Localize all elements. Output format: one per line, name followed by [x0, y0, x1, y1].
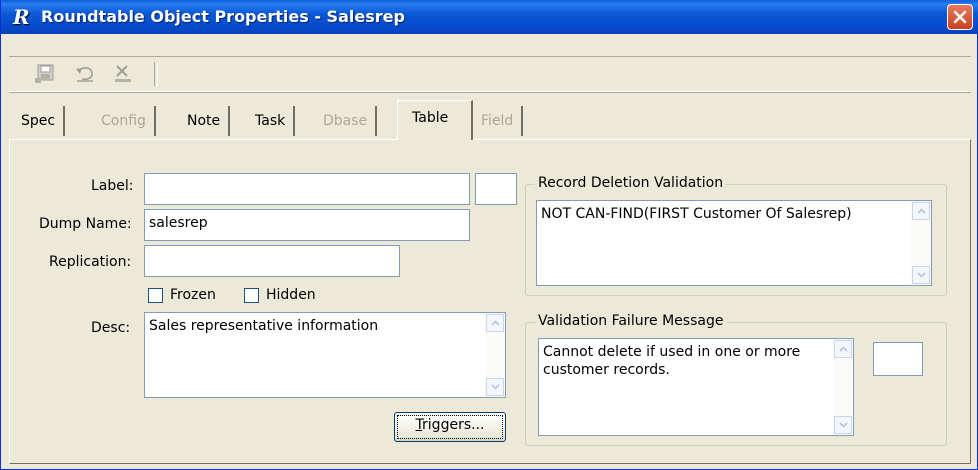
- undo-icon: [76, 67, 93, 82]
- validation-failure-textarea[interactable]: Cannot delete if used in one or more cus…: [538, 338, 854, 436]
- desc-textarea[interactable]: Sales representative information: [144, 312, 506, 398]
- undo-button[interactable]: [73, 63, 97, 85]
- window-title: Roundtable Object Properties - Salesrep: [41, 7, 405, 26]
- label-field-label: Label:: [91, 178, 134, 194]
- record-deletion-textarea[interactable]: NOT CAN-FIND(FIRST Customer Of Salesrep): [536, 200, 932, 286]
- toolbar-separator: [154, 62, 158, 86]
- dump-name-input[interactable]: salesrep: [144, 209, 470, 241]
- dump-name-label: Dump Name:: [39, 216, 132, 232]
- save-icon: [35, 64, 54, 83]
- replication-input[interactable]: [144, 245, 400, 277]
- hidden-label: Hidden: [266, 287, 316, 303]
- chevron-up-icon: [917, 208, 926, 214]
- chevron-up-icon: [839, 346, 848, 352]
- scroll-down-button[interactable]: [834, 416, 852, 434]
- record-deletion-text: NOT CAN-FIND(FIRST Customer Of Salesrep): [541, 206, 852, 222]
- tab-note[interactable]: Note: [179, 106, 231, 136]
- hidden-checkbox[interactable]: [244, 288, 259, 303]
- chevron-down-icon: [491, 384, 500, 390]
- desc-label: Desc:: [91, 320, 131, 336]
- tab-table[interactable]: Table: [397, 100, 473, 140]
- delete-button[interactable]: [111, 63, 135, 85]
- roundtable-app-icon: R: [13, 5, 30, 29]
- chevron-down-icon: [917, 272, 926, 278]
- scroll-up-button[interactable]: [834, 340, 852, 358]
- close-button[interactable]: [947, 4, 973, 30]
- tab-config[interactable]: Config: [93, 106, 156, 136]
- title-bar[interactable]: R Roundtable Object Properties - Salesre…: [1, 0, 978, 34]
- save-button[interactable]: [33, 63, 57, 85]
- chevron-down-icon: [839, 422, 848, 428]
- label-extra-input[interactable]: [475, 173, 517, 205]
- delete-icon: [115, 65, 131, 82]
- validation-extra-input[interactable]: [873, 342, 923, 376]
- properties-window: R Roundtable Object Properties - Salesre…: [0, 0, 978, 470]
- validation-failure-scrollbar[interactable]: [833, 339, 853, 435]
- frozen-checkbox[interactable]: [148, 288, 163, 303]
- validation-failure-title: Validation Failure Message: [535, 313, 727, 329]
- record-deletion-title: Record Deletion Validation: [535, 175, 727, 191]
- desc-scrollbar[interactable]: [485, 313, 505, 397]
- replication-label: Replication:: [49, 254, 132, 270]
- scroll-up-button[interactable]: [912, 202, 930, 220]
- label-input[interactable]: [144, 173, 470, 205]
- scroll-up-button[interactable]: [486, 314, 504, 332]
- record-deletion-scrollbar[interactable]: [911, 201, 931, 285]
- toolbar: [9, 56, 971, 92]
- frozen-label: Frozen: [170, 287, 216, 303]
- triggers-button-label: Triggers...: [415, 417, 485, 433]
- desc-text: Sales representative information: [149, 318, 379, 334]
- triggers-button[interactable]: Triggers...: [394, 412, 506, 442]
- tab-task[interactable]: Task: [247, 106, 296, 136]
- tab-field[interactable]: Field: [473, 106, 524, 136]
- scroll-down-button[interactable]: [912, 266, 930, 284]
- tab-dbase[interactable]: Dbase: [315, 106, 378, 136]
- validation-failure-text: Cannot delete if used in one or more cus…: [543, 344, 801, 378]
- chevron-up-icon: [491, 320, 500, 326]
- tab-spec[interactable]: Spec: [13, 106, 66, 136]
- scroll-down-button[interactable]: [486, 378, 504, 396]
